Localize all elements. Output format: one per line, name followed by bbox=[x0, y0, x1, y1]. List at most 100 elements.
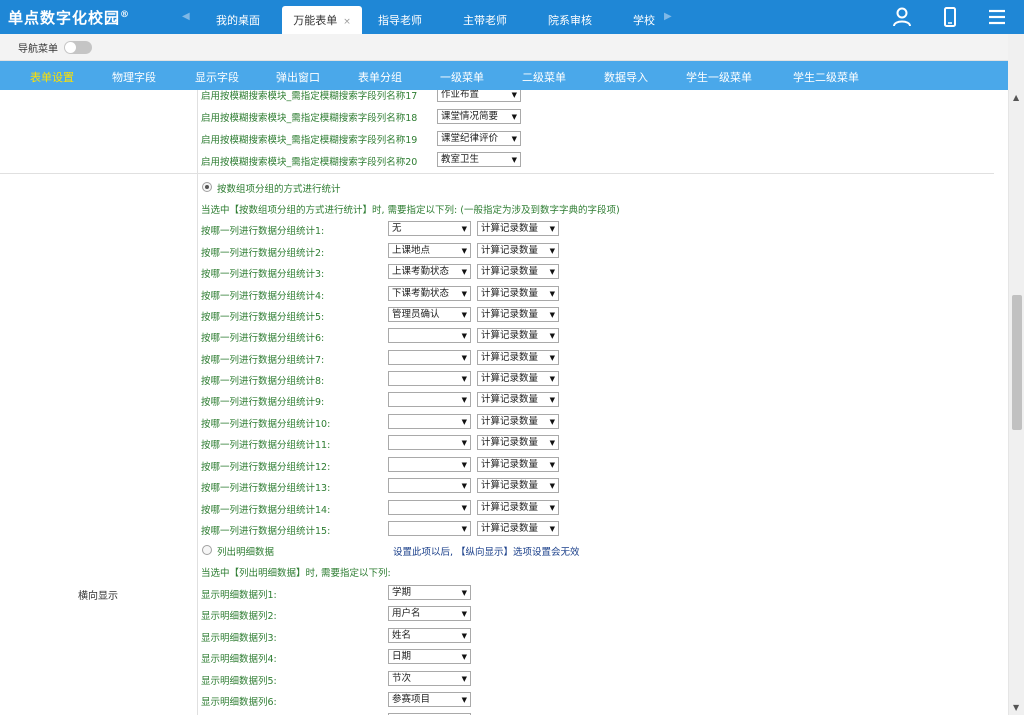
detail-column-label: 显示明细数据列4: bbox=[201, 654, 277, 665]
menu-icon[interactable] bbox=[986, 6, 1008, 28]
tab-my-desktop[interactable]: 我的桌面 bbox=[203, 6, 273, 34]
group-field-select[interactable]: ▼ bbox=[388, 392, 471, 407]
group-field-select[interactable]: ▼ bbox=[388, 350, 471, 365]
top-bar: 单点数字化校园® ◀ 我的桌面 万能表单 × 指导老师 主带老师 院系审核 学校 … bbox=[0, 0, 1024, 34]
label-column bbox=[0, 90, 198, 715]
group-agg-select[interactable]: 计算记录数量 ▼ bbox=[477, 221, 559, 236]
menu-physical-fields[interactable]: 物理字段 bbox=[112, 69, 156, 85]
detail-column-select[interactable]: 节次 ▼ bbox=[388, 671, 471, 686]
scrollbar-track-top bbox=[1008, 34, 1024, 90]
detail-column-select[interactable]: 用户名 ▼ bbox=[388, 606, 471, 621]
detail-data-radio[interactable] bbox=[202, 545, 212, 555]
dropdown-caret-icon: ▼ bbox=[461, 290, 467, 298]
dropdown-caret-icon: ▼ bbox=[461, 482, 467, 490]
dropdown-caret-icon: ▼ bbox=[549, 268, 555, 276]
scroll-down-icon[interactable]: ▼ bbox=[1013, 703, 1019, 712]
dropdown-caret-icon: ▼ bbox=[461, 396, 467, 404]
group-field-select[interactable]: ▼ bbox=[388, 521, 471, 536]
scroll-up-icon[interactable]: ▲ bbox=[1013, 93, 1019, 102]
group-agg-select[interactable]: 计算记录数量 ▼ bbox=[477, 414, 559, 429]
group-agg-select[interactable]: 计算记录数量 ▼ bbox=[477, 350, 559, 365]
detail-data-note: 当选中【列出明细数据】时, 需要指定以下列: bbox=[201, 568, 391, 579]
group-stat-label: 按哪一列进行数据分组统计7: bbox=[201, 355, 325, 366]
group-field-select[interactable]: 管理员确认 ▼ bbox=[388, 307, 471, 322]
vertical-scrollbar[interactable]: ▲ ▼ bbox=[1008, 90, 1024, 715]
dropdown-caret-icon: ▼ bbox=[461, 525, 467, 533]
menu-level1[interactable]: 一级菜单 bbox=[440, 69, 484, 85]
detail-column-select[interactable]: 参赛项目 ▼ bbox=[388, 692, 471, 707]
form-content: 横向显示 启用按模糊搜索模块_需指定模糊搜索字段列名称17 作业布置 ▼ 启用按模… bbox=[0, 90, 1008, 715]
group-field-select[interactable]: 无 ▼ bbox=[388, 221, 471, 236]
close-icon[interactable]: × bbox=[343, 17, 351, 27]
group-agg-select[interactable]: 计算记录数量 ▼ bbox=[477, 371, 559, 386]
group-agg-select[interactable]: 计算记录数量 ▼ bbox=[477, 478, 559, 493]
section-title: 横向显示 bbox=[78, 591, 118, 602]
group-agg-select[interactable]: 计算记录数量 ▼ bbox=[477, 307, 559, 322]
dropdown-caret-icon: ▼ bbox=[549, 439, 555, 447]
fuzzy-search-select[interactable]: 教室卫生 ▼ bbox=[437, 152, 521, 167]
user-icon[interactable] bbox=[891, 6, 913, 28]
group-field-select[interactable]: ▼ bbox=[388, 414, 471, 429]
tab-scroll-right-icon[interactable]: ▶ bbox=[664, 11, 672, 22]
group-field-select[interactable]: ▼ bbox=[388, 478, 471, 493]
dropdown-caret-icon: ▼ bbox=[549, 225, 555, 233]
group-stat-label: 按哪一列进行数据分组统计5: bbox=[201, 312, 325, 323]
detail-data-hint: 设置此项以后, 【纵向显示】选项设置会无效 bbox=[393, 547, 580, 558]
tab-lead-teacher[interactable]: 主带老师 bbox=[455, 6, 515, 34]
group-agg-select[interactable]: 计算记录数量 ▼ bbox=[477, 521, 559, 536]
group-field-select[interactable]: ▼ bbox=[388, 435, 471, 450]
detail-column-select[interactable]: 学期 ▼ bbox=[388, 585, 471, 600]
group-agg-select[interactable]: 计算记录数量 ▼ bbox=[477, 243, 559, 258]
fuzzy-search-select[interactable]: 作业布置 ▼ bbox=[437, 90, 521, 102]
fuzzy-search-label: 启用按模糊搜索模块_需指定模糊搜索字段列名称17 bbox=[201, 91, 418, 102]
group-field-select[interactable]: 上课地点 ▼ bbox=[388, 243, 471, 258]
fuzzy-search-select[interactable]: 课堂纪律评价 ▼ bbox=[437, 131, 521, 146]
group-stat-label: 按哪一列进行数据分组统计13: bbox=[201, 483, 331, 494]
mobile-icon[interactable] bbox=[939, 6, 961, 28]
tab-department-review[interactable]: 院系审核 bbox=[540, 6, 600, 34]
menu-level2[interactable]: 二级菜单 bbox=[522, 69, 566, 85]
group-field-select[interactable]: ▼ bbox=[388, 328, 471, 343]
group-agg-select[interactable]: 计算记录数量 ▼ bbox=[477, 264, 559, 279]
nav-menu-toggle[interactable] bbox=[64, 41, 92, 54]
group-stat-label: 按哪一列进行数据分组统计6: bbox=[201, 333, 325, 344]
fuzzy-search-label: 启用按模糊搜索模块_需指定模糊搜索字段列名称19 bbox=[201, 135, 418, 146]
menu-form-group[interactable]: 表单分组 bbox=[358, 69, 402, 85]
detail-data-radio-label: 列出明细数据 bbox=[217, 547, 275, 558]
menu-data-import[interactable]: 数据导入 bbox=[604, 69, 648, 85]
dropdown-caret-icon: ▼ bbox=[461, 632, 467, 640]
tab-instructor[interactable]: 指导老师 bbox=[370, 6, 430, 34]
dropdown-caret-icon: ▼ bbox=[511, 91, 517, 99]
tab-universal-form[interactable]: 万能表单 × bbox=[282, 6, 362, 34]
scrollbar-thumb[interactable] bbox=[1012, 295, 1022, 430]
dropdown-caret-icon: ▼ bbox=[461, 696, 467, 704]
group-agg-select[interactable]: 计算记录数量 ▼ bbox=[477, 435, 559, 450]
menu-student-level1[interactable]: 学生一级菜单 bbox=[686, 69, 752, 85]
group-agg-select[interactable]: 计算记录数量 ▼ bbox=[477, 457, 559, 472]
detail-column-select[interactable]: 姓名 ▼ bbox=[388, 628, 471, 643]
group-agg-select[interactable]: 计算记录数量 ▼ bbox=[477, 500, 559, 515]
dropdown-caret-icon: ▼ bbox=[549, 504, 555, 512]
group-field-select[interactable]: ▼ bbox=[388, 371, 471, 386]
detail-column-label: 显示明细数据列5: bbox=[201, 676, 277, 687]
menu-form-settings[interactable]: 表单设置 bbox=[30, 69, 74, 85]
menu-display-fields[interactable]: 显示字段 bbox=[195, 69, 239, 85]
group-field-select[interactable]: 上课考勤状态 ▼ bbox=[388, 264, 471, 279]
group-field-select[interactable]: ▼ bbox=[388, 457, 471, 472]
dropdown-caret-icon: ▼ bbox=[461, 439, 467, 447]
group-agg-select[interactable]: 计算记录数量 ▼ bbox=[477, 328, 559, 343]
dropdown-caret-icon: ▼ bbox=[461, 354, 467, 362]
menu-popup-window[interactable]: 弹出窗口 bbox=[276, 69, 320, 85]
tab-school[interactable]: 学校 bbox=[624, 6, 664, 34]
group-field-select[interactable]: ▼ bbox=[388, 500, 471, 515]
dropdown-caret-icon: ▼ bbox=[511, 156, 517, 164]
menu-student-level2[interactable]: 学生二级菜单 bbox=[793, 69, 859, 85]
detail-column-select[interactable]: 日期 ▼ bbox=[388, 649, 471, 664]
fuzzy-search-select[interactable]: 课堂情况简要 ▼ bbox=[437, 109, 521, 124]
tab-scroll-left-icon[interactable]: ◀ bbox=[182, 11, 190, 22]
group-field-select[interactable]: 下课考勤状态 ▼ bbox=[388, 286, 471, 301]
nav-toggle-row: 导航菜单 bbox=[0, 34, 1024, 61]
group-agg-select[interactable]: 计算记录数量 ▼ bbox=[477, 286, 559, 301]
group-stats-radio[interactable] bbox=[202, 182, 212, 192]
group-agg-select[interactable]: 计算记录数量 ▼ bbox=[477, 392, 559, 407]
